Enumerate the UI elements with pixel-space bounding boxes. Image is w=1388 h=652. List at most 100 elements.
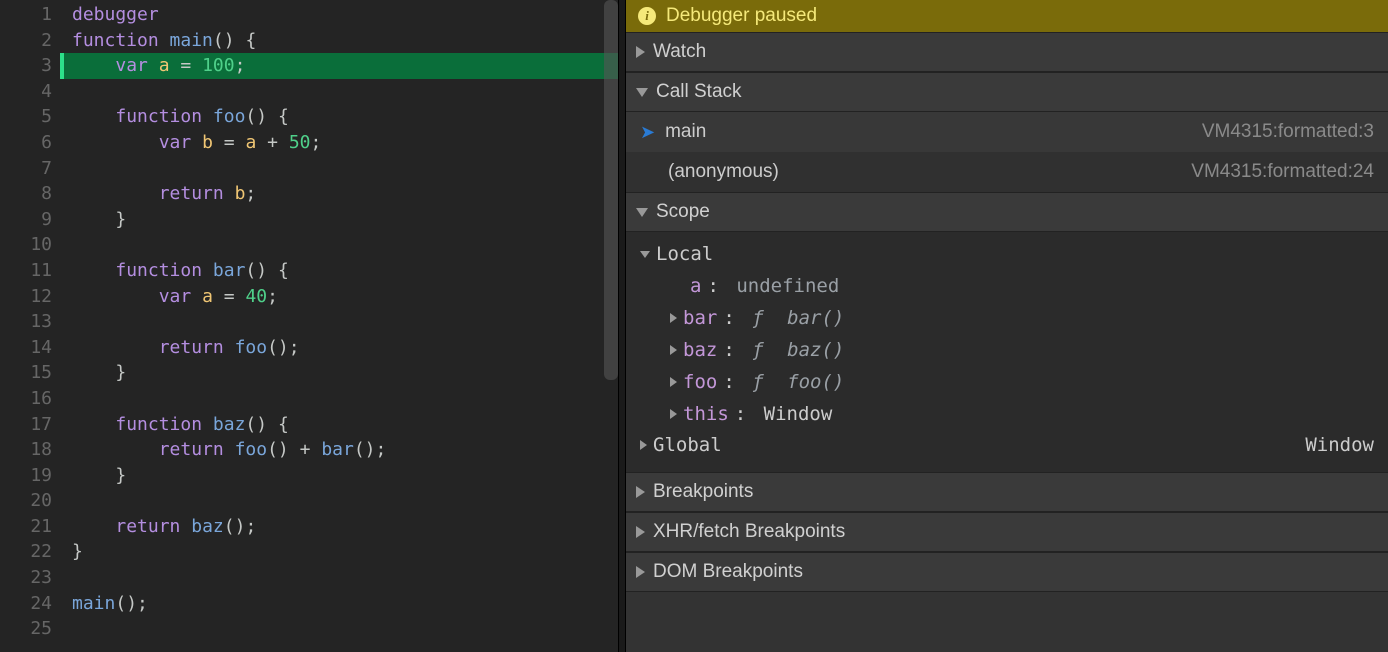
line-number[interactable]: 12: [0, 284, 60, 310]
scope-global-value: Window: [1305, 434, 1374, 456]
code-line[interactable]: }: [60, 360, 618, 386]
code-line[interactable]: }: [60, 207, 618, 233]
code-line[interactable]: return foo();: [60, 335, 618, 361]
code-line[interactable]: [60, 565, 618, 591]
chevron-right-icon: [670, 409, 677, 419]
section-watch[interactable]: Watch: [626, 32, 1388, 72]
section-dom-breakpoints[interactable]: DOM Breakpoints: [626, 552, 1388, 592]
line-number[interactable]: 11: [0, 258, 60, 284]
pane-splitter[interactable]: [618, 0, 626, 652]
line-number[interactable]: 5: [0, 104, 60, 130]
frame-location[interactable]: VM4315:formatted:3: [1202, 121, 1374, 143]
line-number[interactable]: 24: [0, 591, 60, 617]
line-number[interactable]: 15: [0, 360, 60, 386]
scope-var[interactable]: bar: ƒ bar(): [626, 302, 1388, 334]
code-area[interactable]: debuggerfunction main() { var a = 100; f…: [60, 0, 618, 652]
code-line[interactable]: [60, 79, 618, 105]
info-icon: i: [638, 7, 656, 25]
line-number[interactable]: 9: [0, 207, 60, 233]
line-gutter: 1234567891011121314151617181920212223242…: [0, 0, 60, 652]
section-scope[interactable]: Scope: [626, 192, 1388, 232]
code-line[interactable]: }: [60, 463, 618, 489]
scrollbar-thumb[interactable]: [604, 0, 618, 380]
code-line[interactable]: var b = a + 50;: [60, 130, 618, 156]
line-number[interactable]: 8: [0, 181, 60, 207]
callstack-body: ➤ main VM4315:formatted:3 (anonymous) VM…: [626, 112, 1388, 192]
debugger-side-pane: i Debugger paused Watch Call Stack ➤ mai…: [626, 0, 1388, 652]
chevron-right-icon: [670, 345, 677, 355]
scope-var[interactable]: this: Window: [626, 398, 1388, 430]
scope-local-label: Local: [656, 243, 713, 265]
line-number[interactable]: 22: [0, 539, 60, 565]
frame-location[interactable]: VM4315:formatted:24: [1191, 161, 1374, 183]
line-number[interactable]: 2: [0, 28, 60, 54]
code-line[interactable]: var a = 100;: [60, 53, 618, 79]
code-line[interactable]: [60, 616, 618, 642]
chevron-right-icon: [636, 566, 645, 578]
line-number[interactable]: 17: [0, 412, 60, 438]
line-number[interactable]: 18: [0, 437, 60, 463]
scope-var[interactable]: a: undefined: [626, 270, 1388, 302]
section-xhr-breakpoints[interactable]: XHR/fetch Breakpoints: [626, 512, 1388, 552]
code-line[interactable]: function foo() {: [60, 104, 618, 130]
code-line[interactable]: [60, 309, 618, 335]
debugger-status: i Debugger paused: [626, 0, 1388, 32]
line-number[interactable]: 23: [0, 565, 60, 591]
line-number[interactable]: 25: [0, 616, 60, 642]
chevron-down-icon: [640, 251, 650, 258]
chevron-right-icon: [636, 486, 645, 498]
scope-var[interactable]: baz: ƒ baz(): [626, 334, 1388, 366]
frame-name: main: [665, 121, 706, 143]
line-number[interactable]: 20: [0, 488, 60, 514]
code-line[interactable]: [60, 156, 618, 182]
code-line[interactable]: return b;: [60, 181, 618, 207]
chevron-down-icon: [636, 208, 648, 217]
line-number[interactable]: 21: [0, 514, 60, 540]
code-line[interactable]: debugger: [60, 2, 618, 28]
code-line[interactable]: return foo() + bar();: [60, 437, 618, 463]
section-callstack[interactable]: Call Stack: [626, 72, 1388, 112]
stack-frame[interactable]: (anonymous) VM4315:formatted:24: [626, 152, 1388, 192]
section-label: Watch: [653, 41, 706, 63]
line-number[interactable]: 16: [0, 386, 60, 412]
section-breakpoints[interactable]: Breakpoints: [626, 472, 1388, 512]
chevron-right-icon: [670, 377, 677, 387]
section-label: DOM Breakpoints: [653, 561, 803, 583]
line-number[interactable]: 4: [0, 79, 60, 105]
scope-local[interactable]: Local: [626, 238, 1388, 270]
chevron-right-icon: [636, 526, 645, 538]
section-label: Breakpoints: [653, 481, 753, 503]
code-line[interactable]: [60, 232, 618, 258]
code-line[interactable]: [60, 488, 618, 514]
line-number[interactable]: 14: [0, 335, 60, 361]
line-number[interactable]: 10: [0, 232, 60, 258]
line-number[interactable]: 19: [0, 463, 60, 489]
section-label: XHR/fetch Breakpoints: [653, 521, 845, 543]
code-line[interactable]: function main() {: [60, 28, 618, 54]
frame-name: (anonymous): [668, 161, 779, 183]
chevron-right-icon: [636, 46, 645, 58]
chevron-right-icon: [670, 313, 677, 323]
line-number[interactable]: 3: [0, 53, 60, 79]
status-text: Debugger paused: [666, 5, 817, 27]
line-number[interactable]: 13: [0, 309, 60, 335]
source-editor[interactable]: 1234567891011121314151617181920212223242…: [0, 0, 618, 652]
stack-frame[interactable]: ➤ main VM4315:formatted:3: [626, 112, 1388, 152]
code-line[interactable]: function baz() {: [60, 412, 618, 438]
scope-global[interactable]: Global Window: [626, 430, 1388, 462]
line-number[interactable]: 7: [0, 156, 60, 182]
code-line[interactable]: }: [60, 539, 618, 565]
chevron-right-icon: [640, 440, 647, 450]
section-label: Scope: [656, 201, 710, 223]
scope-var[interactable]: foo: ƒ foo(): [626, 366, 1388, 398]
code-line[interactable]: var a = 40;: [60, 284, 618, 310]
line-number[interactable]: 6: [0, 130, 60, 156]
code-line[interactable]: return baz();: [60, 514, 618, 540]
code-line[interactable]: main();: [60, 591, 618, 617]
devtools-root: 1234567891011121314151617181920212223242…: [0, 0, 1388, 652]
code-line[interactable]: [60, 386, 618, 412]
code-line[interactable]: function bar() {: [60, 258, 618, 284]
section-label: Call Stack: [656, 81, 742, 103]
current-frame-arrow-icon: ➤: [640, 122, 655, 143]
line-number[interactable]: 1: [0, 2, 60, 28]
